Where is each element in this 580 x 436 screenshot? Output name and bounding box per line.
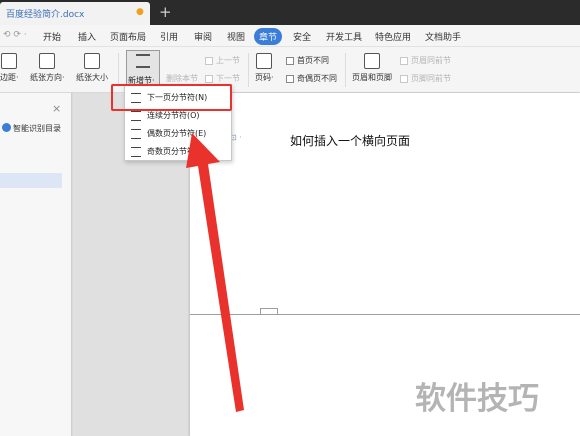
annotation-arrow-icon bbox=[186, 133, 244, 412]
